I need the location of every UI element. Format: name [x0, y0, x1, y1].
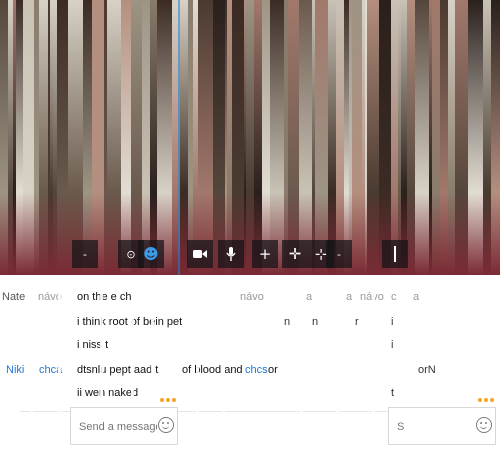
message-fragment: i: [391, 316, 394, 328]
message-input[interactable]: [77, 417, 159, 437]
video-slice: [379, 0, 391, 275]
message-text: dtsnlu pept aad t: [77, 364, 159, 376]
video-slice: [448, 0, 455, 275]
video-slice: [121, 0, 131, 275]
chat-message: Nate návo on the e ch návo a a návo c a: [0, 291, 500, 311]
message-fragment: a: [413, 291, 420, 303]
chat-stripe: [100, 275, 103, 415]
video-slice: [57, 0, 68, 275]
video-slice: [415, 0, 429, 275]
video-split-divider: [178, 0, 180, 275]
chat-stripe: [336, 275, 339, 415]
video-slice: [262, 0, 270, 275]
video-slice: [336, 0, 344, 275]
message-text: or: [268, 364, 278, 376]
video-slice: [367, 0, 379, 275]
video-feed: - ⊙ ☻ + ✛ ⊹ -: [0, 0, 500, 275]
chat-stripe: [30, 275, 33, 415]
message-sender: Niki: [6, 364, 25, 376]
video-slice: [288, 0, 299, 275]
message-fragment: c: [391, 291, 397, 303]
video-slice: [440, 0, 448, 275]
chat-message: i think root of bein pet n n r i: [77, 316, 394, 328]
add-icon[interactable]: +: [252, 240, 278, 268]
video-slice: [213, 0, 225, 275]
video-slice: [468, 0, 483, 275]
message-text: chcs: [245, 364, 268, 376]
chat-stripe: [372, 275, 375, 415]
message-fragment: návo: [240, 291, 264, 303]
chat-stripe: [404, 275, 407, 415]
chat-stripe: [58, 275, 61, 415]
video-frame-slices: [0, 0, 500, 275]
typing-indicator: [160, 398, 176, 402]
video-icon[interactable]: [187, 240, 213, 268]
video-slice: [150, 0, 157, 275]
video-slice: [92, 0, 104, 275]
video-slice: [232, 0, 244, 275]
message-text: i think root of bein pet: [77, 316, 183, 328]
chat-stripe: [151, 275, 154, 415]
video-slice: [180, 0, 188, 275]
message-input[interactable]: [395, 417, 459, 437]
video-slice: [16, 0, 23, 275]
chat-message: ii wen naked t: [0, 387, 500, 407]
call-controls-bar: - ⊙ ☻ + ✛ ⊹ -: [0, 236, 500, 272]
message-compose-left: [70, 407, 178, 445]
video-slice: [432, 0, 440, 275]
video-slice: [83, 0, 92, 275]
message-text: ii wen naked: [77, 387, 139, 399]
typing-indicator: [478, 398, 494, 402]
message-fragment: a: [346, 291, 353, 303]
chat-message: i niss t i: [0, 339, 500, 359]
video-slice: [254, 0, 262, 275]
video-slice: [270, 0, 284, 275]
hold-icon[interactable]: ✛: [282, 240, 308, 268]
chat-message: Niki chca dtsnlu pept aad t of blood and…: [0, 364, 500, 384]
participants-icon[interactable]: ☻: [138, 240, 164, 268]
message-fragment: i: [391, 339, 394, 351]
expand-icon[interactable]: -: [72, 240, 98, 268]
video-slice: [455, 0, 468, 275]
video-slice: [483, 0, 491, 275]
more-icon[interactable]: -: [326, 240, 352, 268]
video-slice: [107, 0, 121, 275]
end-call-icon[interactable]: [382, 240, 408, 268]
message-fragment: t: [391, 387, 395, 399]
message-text: of blood and: [182, 364, 243, 376]
video-slice: [0, 0, 8, 275]
video-slice: [198, 0, 213, 275]
video-slice: [407, 0, 415, 275]
video-slice: [68, 0, 83, 275]
message-fragment: orN: [418, 364, 436, 376]
message-compose-right: [388, 407, 496, 445]
message-text: i niss t: [77, 339, 109, 351]
video-slice: [299, 0, 312, 275]
message-sender: Nate: [2, 291, 26, 303]
video-slice: [131, 0, 142, 275]
video-slice: [157, 0, 172, 275]
chat-stripe: [300, 275, 303, 415]
chat-stripe: [446, 275, 449, 415]
mic-icon[interactable]: [218, 240, 244, 268]
video-slice: [142, 0, 150, 275]
video-slice: [23, 0, 34, 275]
video-slice: [315, 0, 328, 275]
emoji-icon[interactable]: [476, 417, 492, 433]
video-slice: [491, 0, 500, 275]
video-slice: [391, 0, 398, 275]
message-fragment: a: [306, 291, 313, 303]
emoji-icon[interactable]: [158, 417, 174, 433]
chat-stripe: [131, 275, 134, 415]
video-slice: [39, 0, 48, 275]
video-slice: [328, 0, 336, 275]
chat-stripe: [222, 275, 225, 415]
message-text: on the e ch: [77, 291, 132, 303]
video-slice: [352, 0, 362, 275]
video-slice: [246, 0, 254, 275]
chat-stripe: [196, 275, 199, 415]
